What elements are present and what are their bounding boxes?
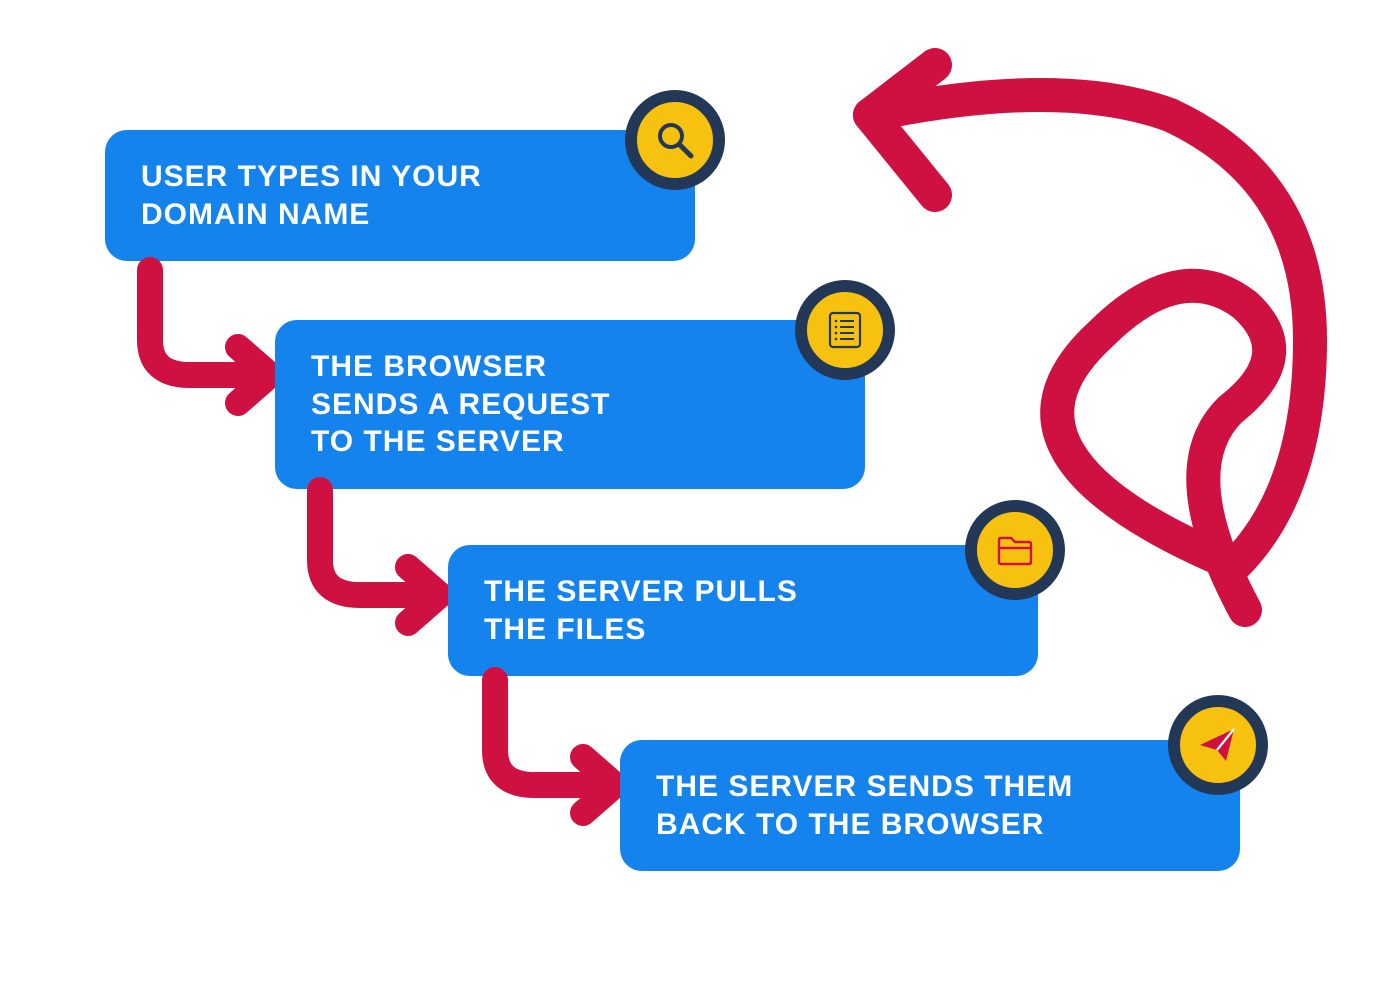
step-card-1: USER TYPES IN YOUR DOMAIN NAME (105, 130, 695, 261)
step-card-4: THE SERVER SENDS THEM BACK TO THE BROWSE… (620, 740, 1240, 871)
step-arrow-2 (300, 490, 470, 630)
step-label-3: THE SERVER PULLS THE FILES (484, 573, 1002, 648)
step-label-4: THE SERVER SENDS THEM BACK TO THE BROWSE… (656, 768, 1204, 843)
step-label-1: USER TYPES IN YOUR DOMAIN NAME (141, 158, 659, 233)
step-card-2: THE BROWSER SENDS A REQUEST TO THE SERVE… (275, 320, 865, 489)
search-icon (625, 90, 725, 190)
folder-icon (965, 500, 1065, 600)
send-icon (1168, 695, 1268, 795)
list-icon (795, 280, 895, 380)
step-card-3: THE SERVER PULLS THE FILES (448, 545, 1038, 676)
flow-diagram: USER TYPES IN YOUR DOMAIN NAME THE BROWS… (0, 0, 1400, 1000)
step-label-2: THE BROWSER SENDS A REQUEST TO THE SERVE… (311, 348, 829, 461)
